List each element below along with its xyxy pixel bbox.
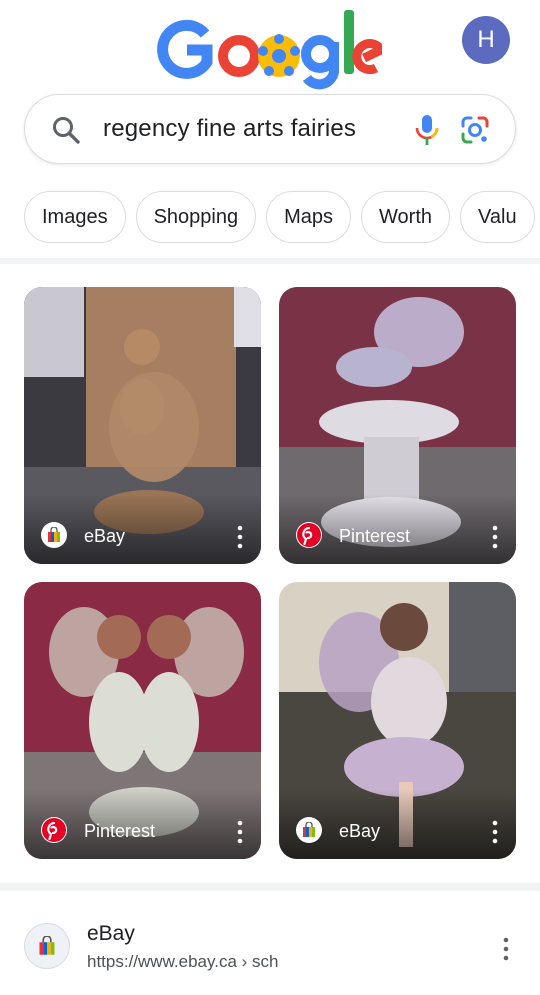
image-result-card[interactable]: eBay [24,287,261,564]
chip-worth[interactable]: Worth [361,191,451,243]
more-options-icon[interactable] [235,819,245,845]
section-divider [0,258,540,264]
more-options-icon[interactable] [490,819,500,845]
image-result-card[interactable]: Pinterest [279,287,516,564]
image-source-label: Pinterest [339,526,411,546]
search-icon[interactable] [51,115,81,145]
google-logo[interactable] [157,6,382,91]
chip-maps[interactable]: Maps [266,191,352,243]
image-source-label: eBay [339,821,381,841]
ebay-bag-icon [296,817,322,843]
image-result-card[interactable]: Pinterest [24,582,261,859]
result-url[interactable]: https://www.ebay.ca › sch [87,952,278,972]
chip-value[interactable]: Valu [460,191,535,243]
search-bar[interactable]: regency fine arts fairies [24,94,516,164]
more-options-icon[interactable] [501,936,511,962]
pinterest-icon [41,817,67,843]
pinterest-icon [296,522,322,548]
mic-icon[interactable] [413,113,441,147]
section-divider [0,883,540,891]
image-result-card[interactable]: eBay [279,582,516,859]
search-input[interactable]: regency fine arts fairies [103,115,356,143]
image-source-label: Pinterest [84,821,156,841]
image-source-label: eBay [84,526,126,546]
result-site-name[interactable]: eBay [87,922,135,946]
chip-shopping[interactable]: Shopping [135,191,257,243]
chip-images[interactable]: Images [24,191,126,243]
filter-chips: Images Shopping Maps Worth Valu [24,191,540,243]
more-options-icon[interactable] [490,524,500,550]
more-options-icon[interactable] [235,524,245,550]
google-lens-icon[interactable] [459,114,491,146]
account-avatar[interactable]: H [462,16,510,64]
ebay-bag-icon [41,522,67,548]
ebay-bag-icon[interactable] [24,923,70,969]
